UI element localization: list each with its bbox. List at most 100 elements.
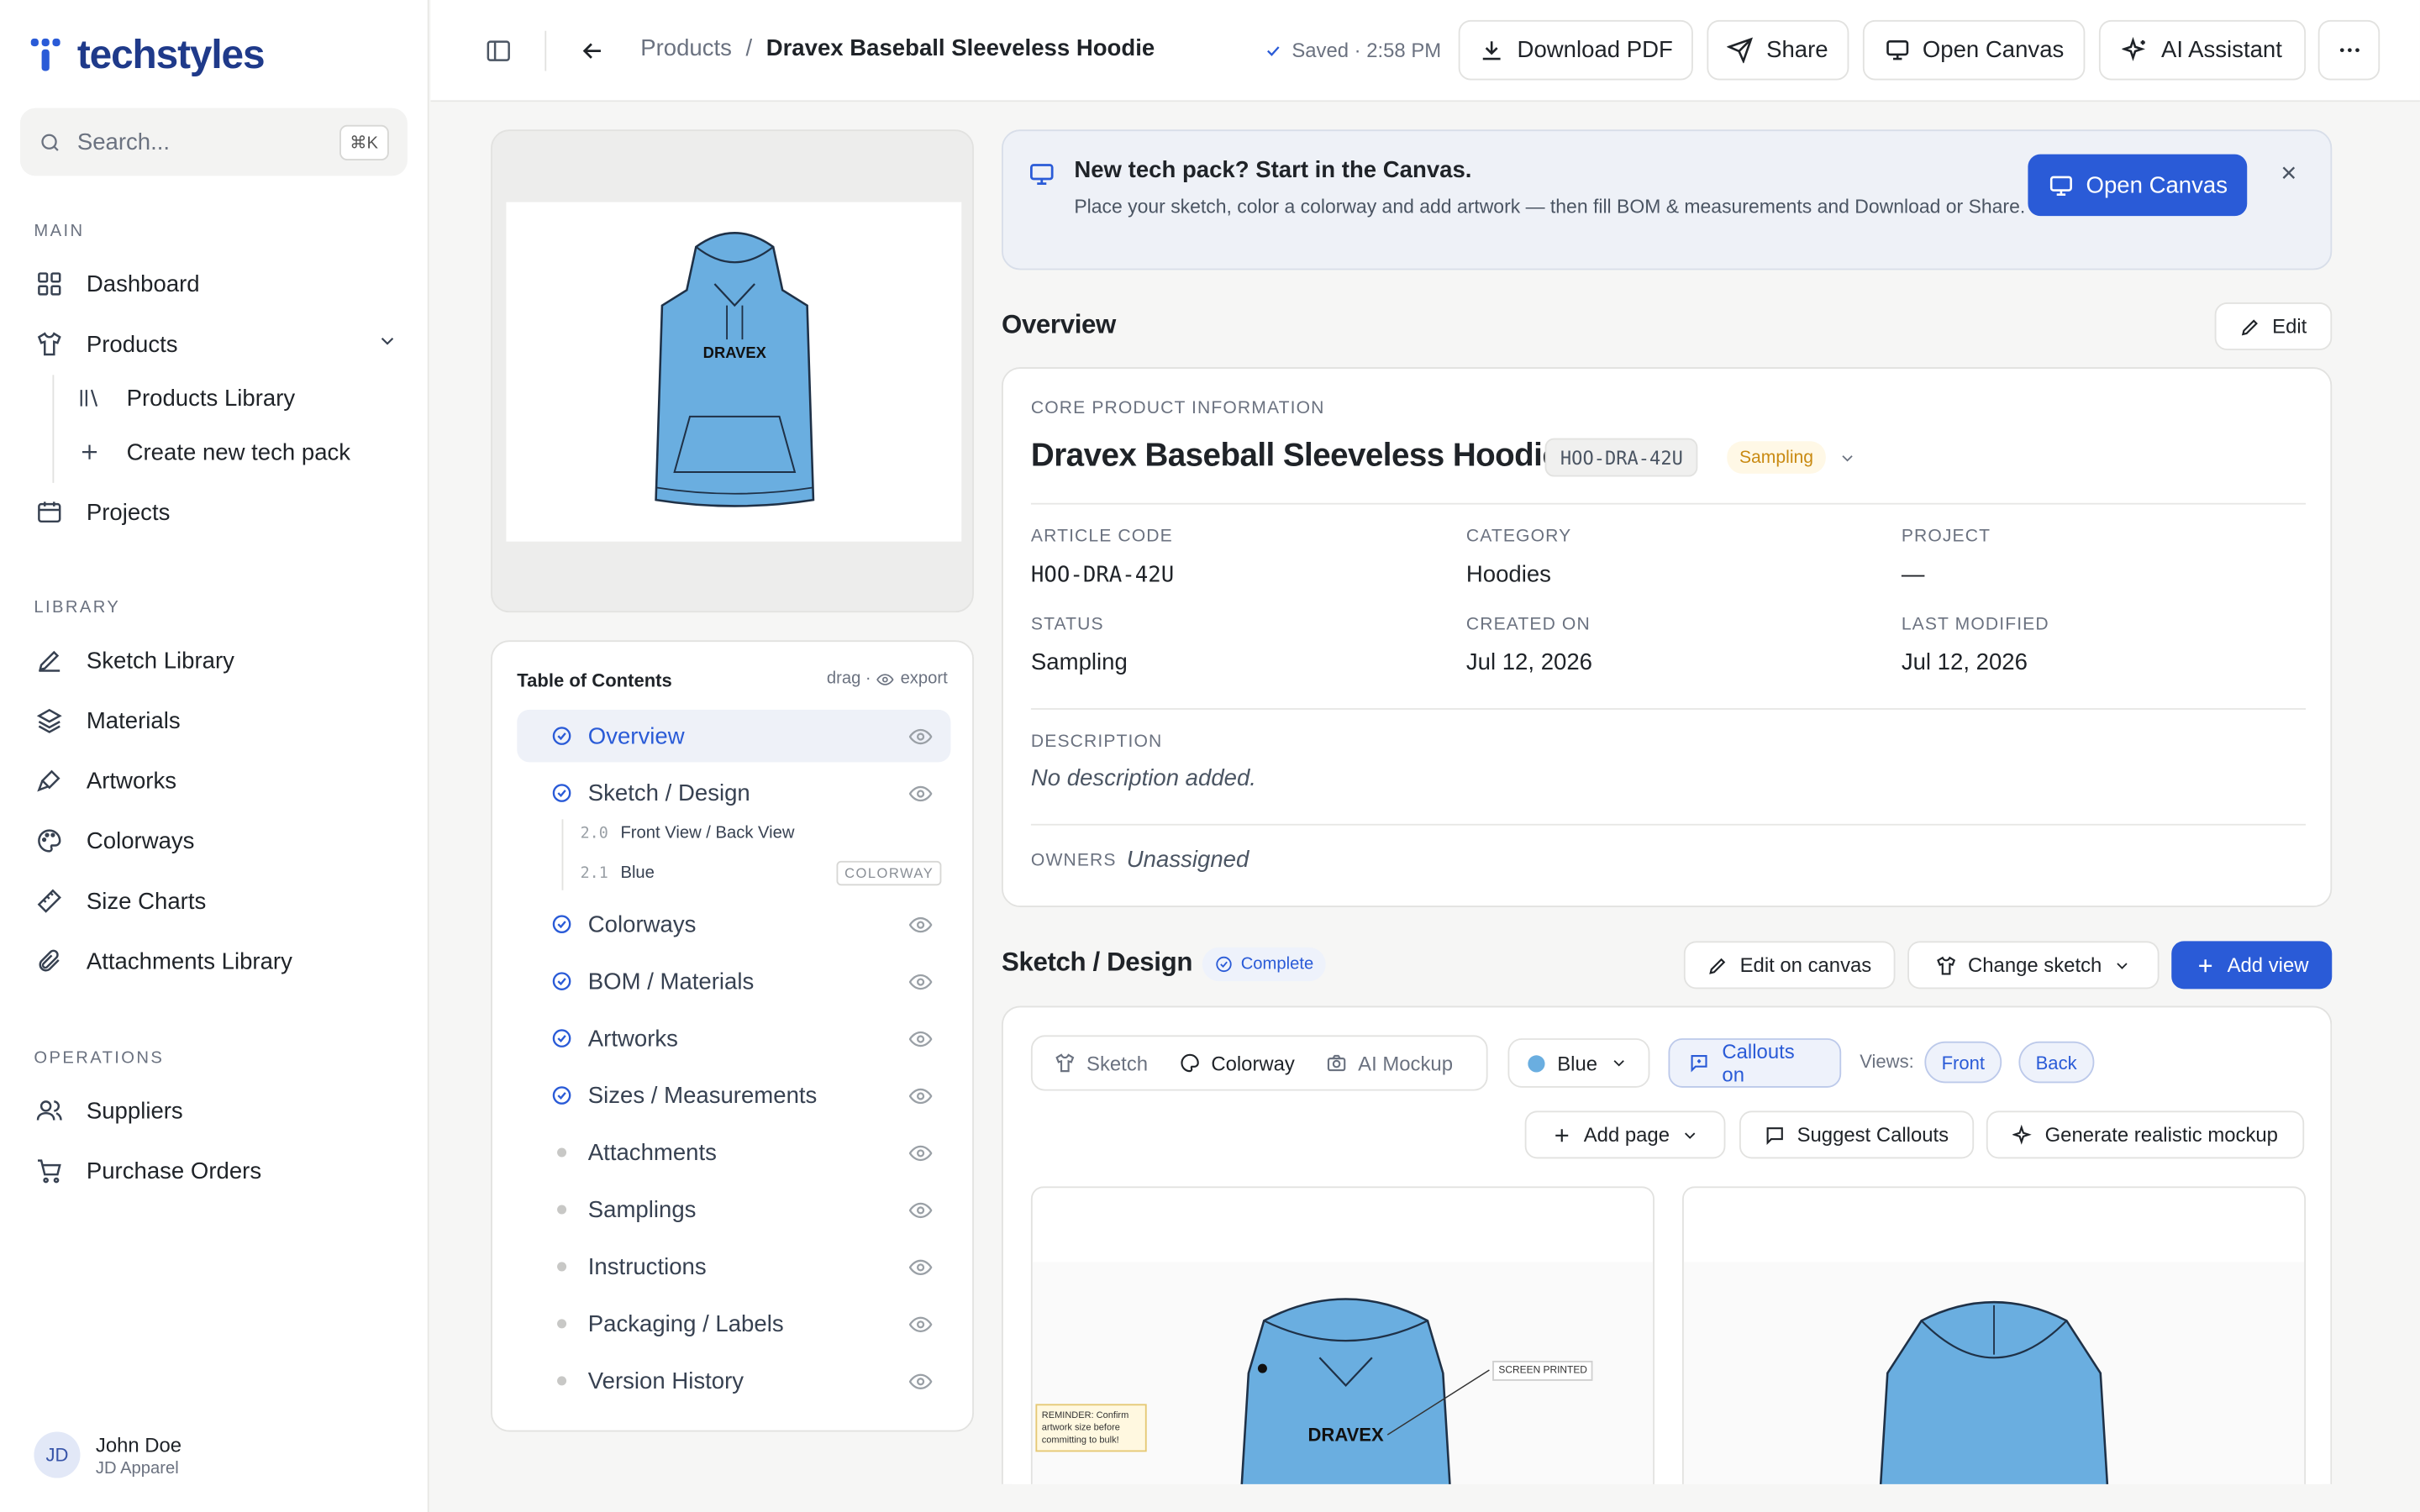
add-page-button[interactable]: Add page [1524,1110,1726,1159]
sidebar-item-colorways[interactable]: Colorways [34,816,397,866]
sidebar-item-projects[interactable]: Projects [34,487,397,537]
sidebar-item-materials[interactable]: Materials [34,696,397,745]
eye-icon[interactable] [908,913,933,942]
pending-dot-icon [551,1199,573,1221]
add-view-button[interactable]: Add view [2171,941,2333,990]
pencil-icon [2242,318,2259,335]
plus-icon [74,437,105,468]
chevron-down-icon[interactable] [1839,448,1857,475]
paperclip-icon [34,946,65,977]
toc-item-label: Samplings [587,1196,697,1223]
eye-icon[interactable] [908,725,933,754]
sidebar-item-products-library[interactable]: Products Library [74,373,398,423]
sidebar-item-size-charts[interactable]: Size Charts [34,876,397,926]
section-label-operations: OPERATIONS [34,1048,165,1068]
back-arrow-icon[interactable] [576,34,609,67]
more-options-button[interactable] [2317,19,2381,81]
user-menu[interactable]: JD John Doe JD Apparel [34,1431,182,1478]
toc-item-overview[interactable]: Overview [517,709,951,763]
view-pill-label: Back [2035,1051,2077,1074]
pending-dot-icon [551,1370,573,1392]
suggest-callouts-button[interactable]: Suggest Callouts [1739,1110,1975,1159]
ai-assistant-button[interactable]: AI Assistant [2098,19,2307,81]
share-button[interactable]: Share [1707,19,1849,81]
user-name: John Doe [95,1432,182,1456]
sidebar-item-attachments-library[interactable]: Attachments Library [34,937,397,986]
toc-item-colorways[interactable]: Colorways [517,898,950,950]
modified-label: LAST MODIFIED [1901,615,2049,634]
logo[interactable]: techstyles [30,31,266,79]
eye-icon[interactable] [908,1142,933,1171]
eye-icon[interactable] [908,1313,933,1342]
toc-item-sizes-measurements[interactable]: Sizes / Measurements [517,1069,950,1121]
sidebar-item-sketch-library[interactable]: Sketch Library [34,636,397,685]
banner-open-canvas-button[interactable]: Open Canvas [2028,154,2248,217]
toc-subitem[interactable]: 2.1 Blue COLORWAY [581,860,942,886]
colorway-select[interactable]: Blue [1507,1038,1650,1088]
sidebar-item-artworks[interactable]: Artworks [34,756,397,806]
sidebar-item-products[interactable]: Products [34,319,397,369]
pending-dot-icon [551,1313,573,1335]
toc-item-label: BOM / Materials [587,968,755,995]
project-label: PROJECT [1901,528,1991,547]
banner-title: New tech pack? Start in the Canvas. [1074,157,1472,184]
eye-icon[interactable] [908,782,933,811]
search-input[interactable]: Search... ⌘K [19,108,408,176]
sketch-page-back[interactable] [1682,1186,2307,1484]
sidebar-item-create-tech-pack[interactable]: Create new tech pack [74,428,398,477]
product-preview-card[interactable]: DRAVEX [491,129,974,613]
category-value: Hoodies [1465,561,1551,588]
callout-tag[interactable]: SCREEN PRINTED [1492,1360,1594,1381]
toc-item-instructions[interactable]: Instructions [517,1241,950,1293]
divider [1030,708,2307,710]
edit-on-canvas-button[interactable]: Edit on canvas [1683,941,1896,990]
sketch-page-front[interactable]: DRAVEX REMINDER: Confirm artwork size be… [1030,1186,1655,1484]
breadcrumb-products[interactable]: Products [640,35,732,61]
toc-item-label: Sketch / Design [587,780,750,806]
eye-icon[interactable] [908,1256,933,1285]
close-icon[interactable] [2278,162,2300,192]
tab-ai-mockup[interactable]: AI Mockup [1310,1042,1468,1084]
open-canvas-button[interactable]: Open Canvas [1862,19,2086,81]
toc-hint-export: export [900,669,948,689]
toc-item-bom-materials[interactable]: BOM / Materials [517,955,950,1007]
plus-icon [2199,958,2212,972]
toc-item-samplings[interactable]: Samplings [517,1184,950,1236]
eye-icon[interactable] [908,1027,933,1057]
change-sketch-button[interactable]: Change sketch [1907,941,2160,990]
generate-mockup-button[interactable]: Generate realistic mockup [1986,1110,2305,1159]
toc-item-artworks[interactable]: Artworks [517,1012,950,1064]
toc-item-packaging-labels[interactable]: Packaging / Labels [517,1298,950,1350]
view-pill-back[interactable]: Back [2018,1041,2094,1084]
eye-icon[interactable] [908,970,933,1000]
status-chip[interactable]: Sampling [1727,441,1826,474]
toc-item-attachments[interactable]: Attachments [517,1126,950,1179]
more-icon [2339,48,2359,53]
chevron-down-icon[interactable] [376,330,398,358]
pen-icon [34,645,65,676]
download-pdf-button[interactable]: Download PDF [1458,19,1693,81]
tab-sketch[interactable]: Sketch [1039,1042,1163,1084]
callouts-toggle[interactable]: Callouts on [1668,1038,1842,1088]
view-pill-front[interactable]: Front [1924,1041,2002,1084]
edit-overview-button[interactable]: Edit [2214,302,2333,350]
owners-value[interactable]: Unassigned [1127,847,1249,873]
sidebar-item-purchase-orders[interactable]: Purchase Orders [34,1147,397,1196]
article-code-value: HOO-DRA-42U [1030,563,1175,588]
sidebar-item-dashboard[interactable]: Dashboard [34,260,397,309]
topbar: Products / Dravex Baseball Sleeveless Ho… [430,0,2420,102]
sidebar-item-suppliers[interactable]: Suppliers [34,1086,397,1136]
toc-subitem[interactable]: 2.0 Front View / Back View [581,824,951,843]
tab-colorway[interactable]: Colorway [1163,1041,1311,1085]
eye-icon[interactable] [908,1199,933,1228]
toc-item-version-history[interactable]: Version History [517,1355,950,1407]
breadcrumb-current: Dravex Baseball Sleeveless Hoodie [765,35,1155,62]
toc-item-sketch-design[interactable]: Sketch / Design [517,767,950,819]
monitor-icon [1028,160,1055,196]
eye-icon[interactable] [908,1084,933,1114]
brush-icon [34,765,65,796]
reminder-note[interactable]: REMINDER: Confirm artwork size before co… [1035,1404,1147,1452]
eye-icon[interactable] [908,1370,933,1399]
ai-assistant-label: AI Assistant [2160,37,2282,64]
sidebar-toggle-icon[interactable] [481,34,515,67]
